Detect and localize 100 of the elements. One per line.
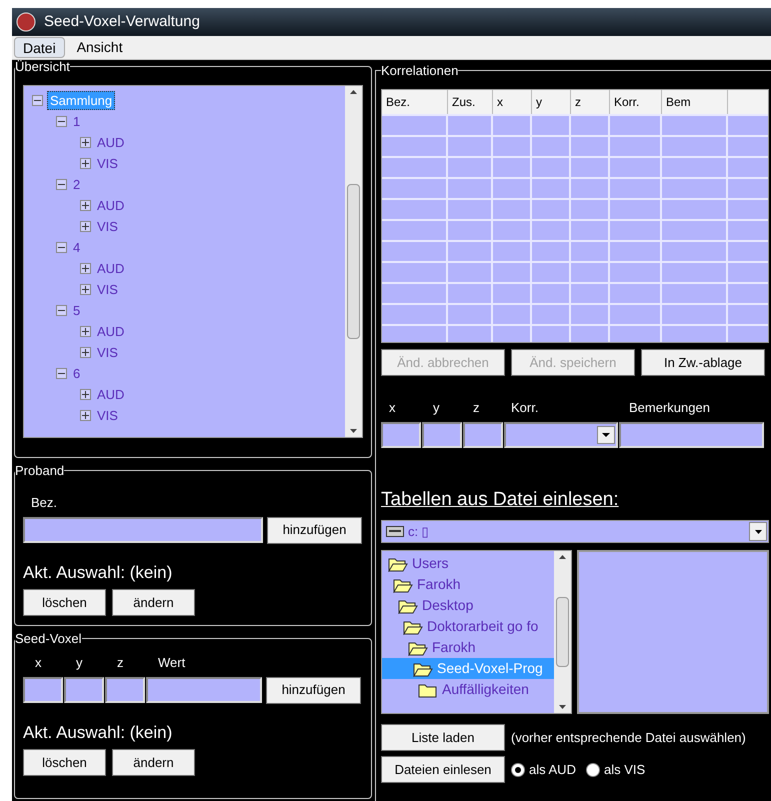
folder-item[interactable]: Auffälligkeiten [382, 679, 554, 700]
button[interactable]: In Zw.-ablage [641, 349, 765, 376]
button[interactable]: hinzufügen [267, 516, 362, 544]
column-header[interactable]: x [493, 90, 532, 114]
tree-item[interactable]: AUD [95, 386, 126, 403]
open-folder-icon [388, 556, 408, 572]
scrollbar[interactable] [345, 86, 362, 437]
expand-icon[interactable] [80, 347, 91, 358]
collapse-icon[interactable] [32, 95, 43, 106]
tree-item[interactable]: VIS [95, 155, 120, 172]
scroll-down-icon[interactable] [559, 704, 566, 709]
radio-icon[interactable] [586, 762, 600, 776]
expand-icon[interactable] [80, 284, 91, 295]
folder-item[interactable]: Farokh [382, 637, 554, 658]
expand-icon[interactable] [80, 326, 91, 337]
expand-icon[interactable] [80, 200, 91, 211]
window-title: Seed-Voxel-Verwaltung [44, 12, 200, 32]
menu-item[interactable]: Ansicht [68, 37, 131, 58]
scroll-up-icon[interactable] [350, 90, 357, 94]
app-icon [16, 12, 36, 32]
tree-item[interactable]: VIS [95, 281, 120, 298]
expand-icon[interactable] [80, 410, 91, 421]
input-field[interactable] [381, 422, 421, 448]
tree-item[interactable]: 6 [71, 365, 82, 382]
tree-item[interactable]: 4 [71, 239, 82, 256]
open-folder-icon [408, 640, 428, 656]
dropdown[interactable] [504, 422, 618, 448]
column-header[interactable]: Bem [662, 90, 728, 114]
expand-icon[interactable] [80, 263, 91, 274]
field-label: x [389, 400, 396, 415]
tree-item[interactable]: 5 [71, 302, 82, 319]
scrollbar[interactable] [554, 551, 571, 713]
menu-item[interactable]: Datei [14, 37, 65, 58]
collapse-icon[interactable] [56, 179, 67, 190]
tree-item[interactable]: AUD [95, 260, 126, 277]
radio-icon[interactable] [511, 762, 525, 776]
column-header[interactable]: Korr. [610, 90, 662, 114]
group-title: Seed-Voxel [15, 632, 82, 645]
input-field[interactable] [463, 422, 503, 448]
button[interactable]: ändern [112, 589, 195, 616]
scroll-up-icon[interactable] [559, 555, 566, 559]
folder-item[interactable]: Desktop [382, 595, 554, 616]
tree-item[interactable]: VIS [95, 407, 120, 424]
field-label: y [76, 655, 82, 670]
tree-item[interactable]: AUD [95, 197, 126, 214]
tree-item[interactable]: AUD [95, 134, 126, 151]
input-field[interactable] [23, 676, 63, 702]
expand-icon[interactable] [80, 158, 91, 169]
drive-dropdown[interactable]: c: ▯ [381, 520, 769, 543]
expand-icon[interactable] [80, 137, 91, 148]
field-label: z [117, 655, 124, 670]
section-heading: Tabellen aus Datei einlesen: [381, 488, 619, 510]
group-title: Übersicht [15, 60, 70, 73]
button[interactable]: Dateien einlesen [381, 756, 505, 783]
column-header[interactable]: Zus. [448, 90, 493, 114]
tree-item[interactable]: AUD [95, 323, 126, 340]
field-label: x [35, 655, 42, 670]
column-header[interactable]: Bez. [382, 90, 448, 114]
tree-item[interactable]: 2 [71, 176, 82, 193]
input-field[interactable] [23, 516, 263, 542]
input-field[interactable] [105, 676, 145, 702]
collapse-icon[interactable] [56, 305, 67, 316]
tree-item[interactable]: VIS [95, 344, 120, 361]
group-title: Korrelationen [381, 64, 458, 77]
hint-text: (vorher entsprechende Datei auswählen) [511, 728, 746, 747]
expand-icon[interactable] [80, 221, 91, 232]
group-title: Proband [15, 464, 64, 477]
button[interactable]: löschen [23, 589, 106, 616]
folder-item[interactable]: Users [382, 553, 554, 574]
input-field[interactable] [619, 422, 764, 448]
radio-option[interactable]: als AUD [511, 760, 576, 780]
input-field[interactable] [64, 676, 104, 702]
column-header[interactable]: y [532, 90, 571, 114]
folder-item[interactable]: Farokh [382, 574, 554, 595]
button[interactable]: hinzufügen [266, 676, 361, 704]
button[interactable]: Liste laden [381, 724, 505, 751]
input-field[interactable] [146, 676, 262, 702]
radio-option[interactable]: als VIS [586, 760, 646, 780]
tree-item[interactable]: Sammlung [47, 91, 116, 110]
open-folder-icon [413, 660, 433, 676]
button[interactable]: ändern [112, 749, 195, 776]
tree-item[interactable]: 1 [71, 113, 82, 130]
collapse-icon[interactable] [56, 242, 67, 253]
button[interactable]: löschen [23, 749, 106, 776]
field-label: Bez. [31, 494, 58, 512]
field-label: y [433, 400, 440, 415]
collapse-icon[interactable] [56, 368, 67, 379]
input-field[interactable] [422, 422, 462, 448]
tree-item[interactable]: VIS [95, 218, 120, 235]
collapse-icon[interactable] [56, 116, 67, 127]
column-header[interactable]: z [571, 90, 610, 114]
open-folder-icon [393, 576, 413, 592]
folder-item[interactable]: Doktorarbeit go fo [382, 616, 554, 637]
scroll-down-icon[interactable] [350, 429, 357, 433]
selection-text: Akt. Auswahl: (kein) [23, 562, 172, 584]
field-label: Korr. [511, 400, 538, 415]
expand-icon[interactable] [80, 389, 91, 400]
field-label: Bemerkungen [629, 400, 710, 415]
folder-icon [418, 682, 438, 698]
folder-item[interactable]: Seed-Voxel-Prog [382, 658, 554, 679]
